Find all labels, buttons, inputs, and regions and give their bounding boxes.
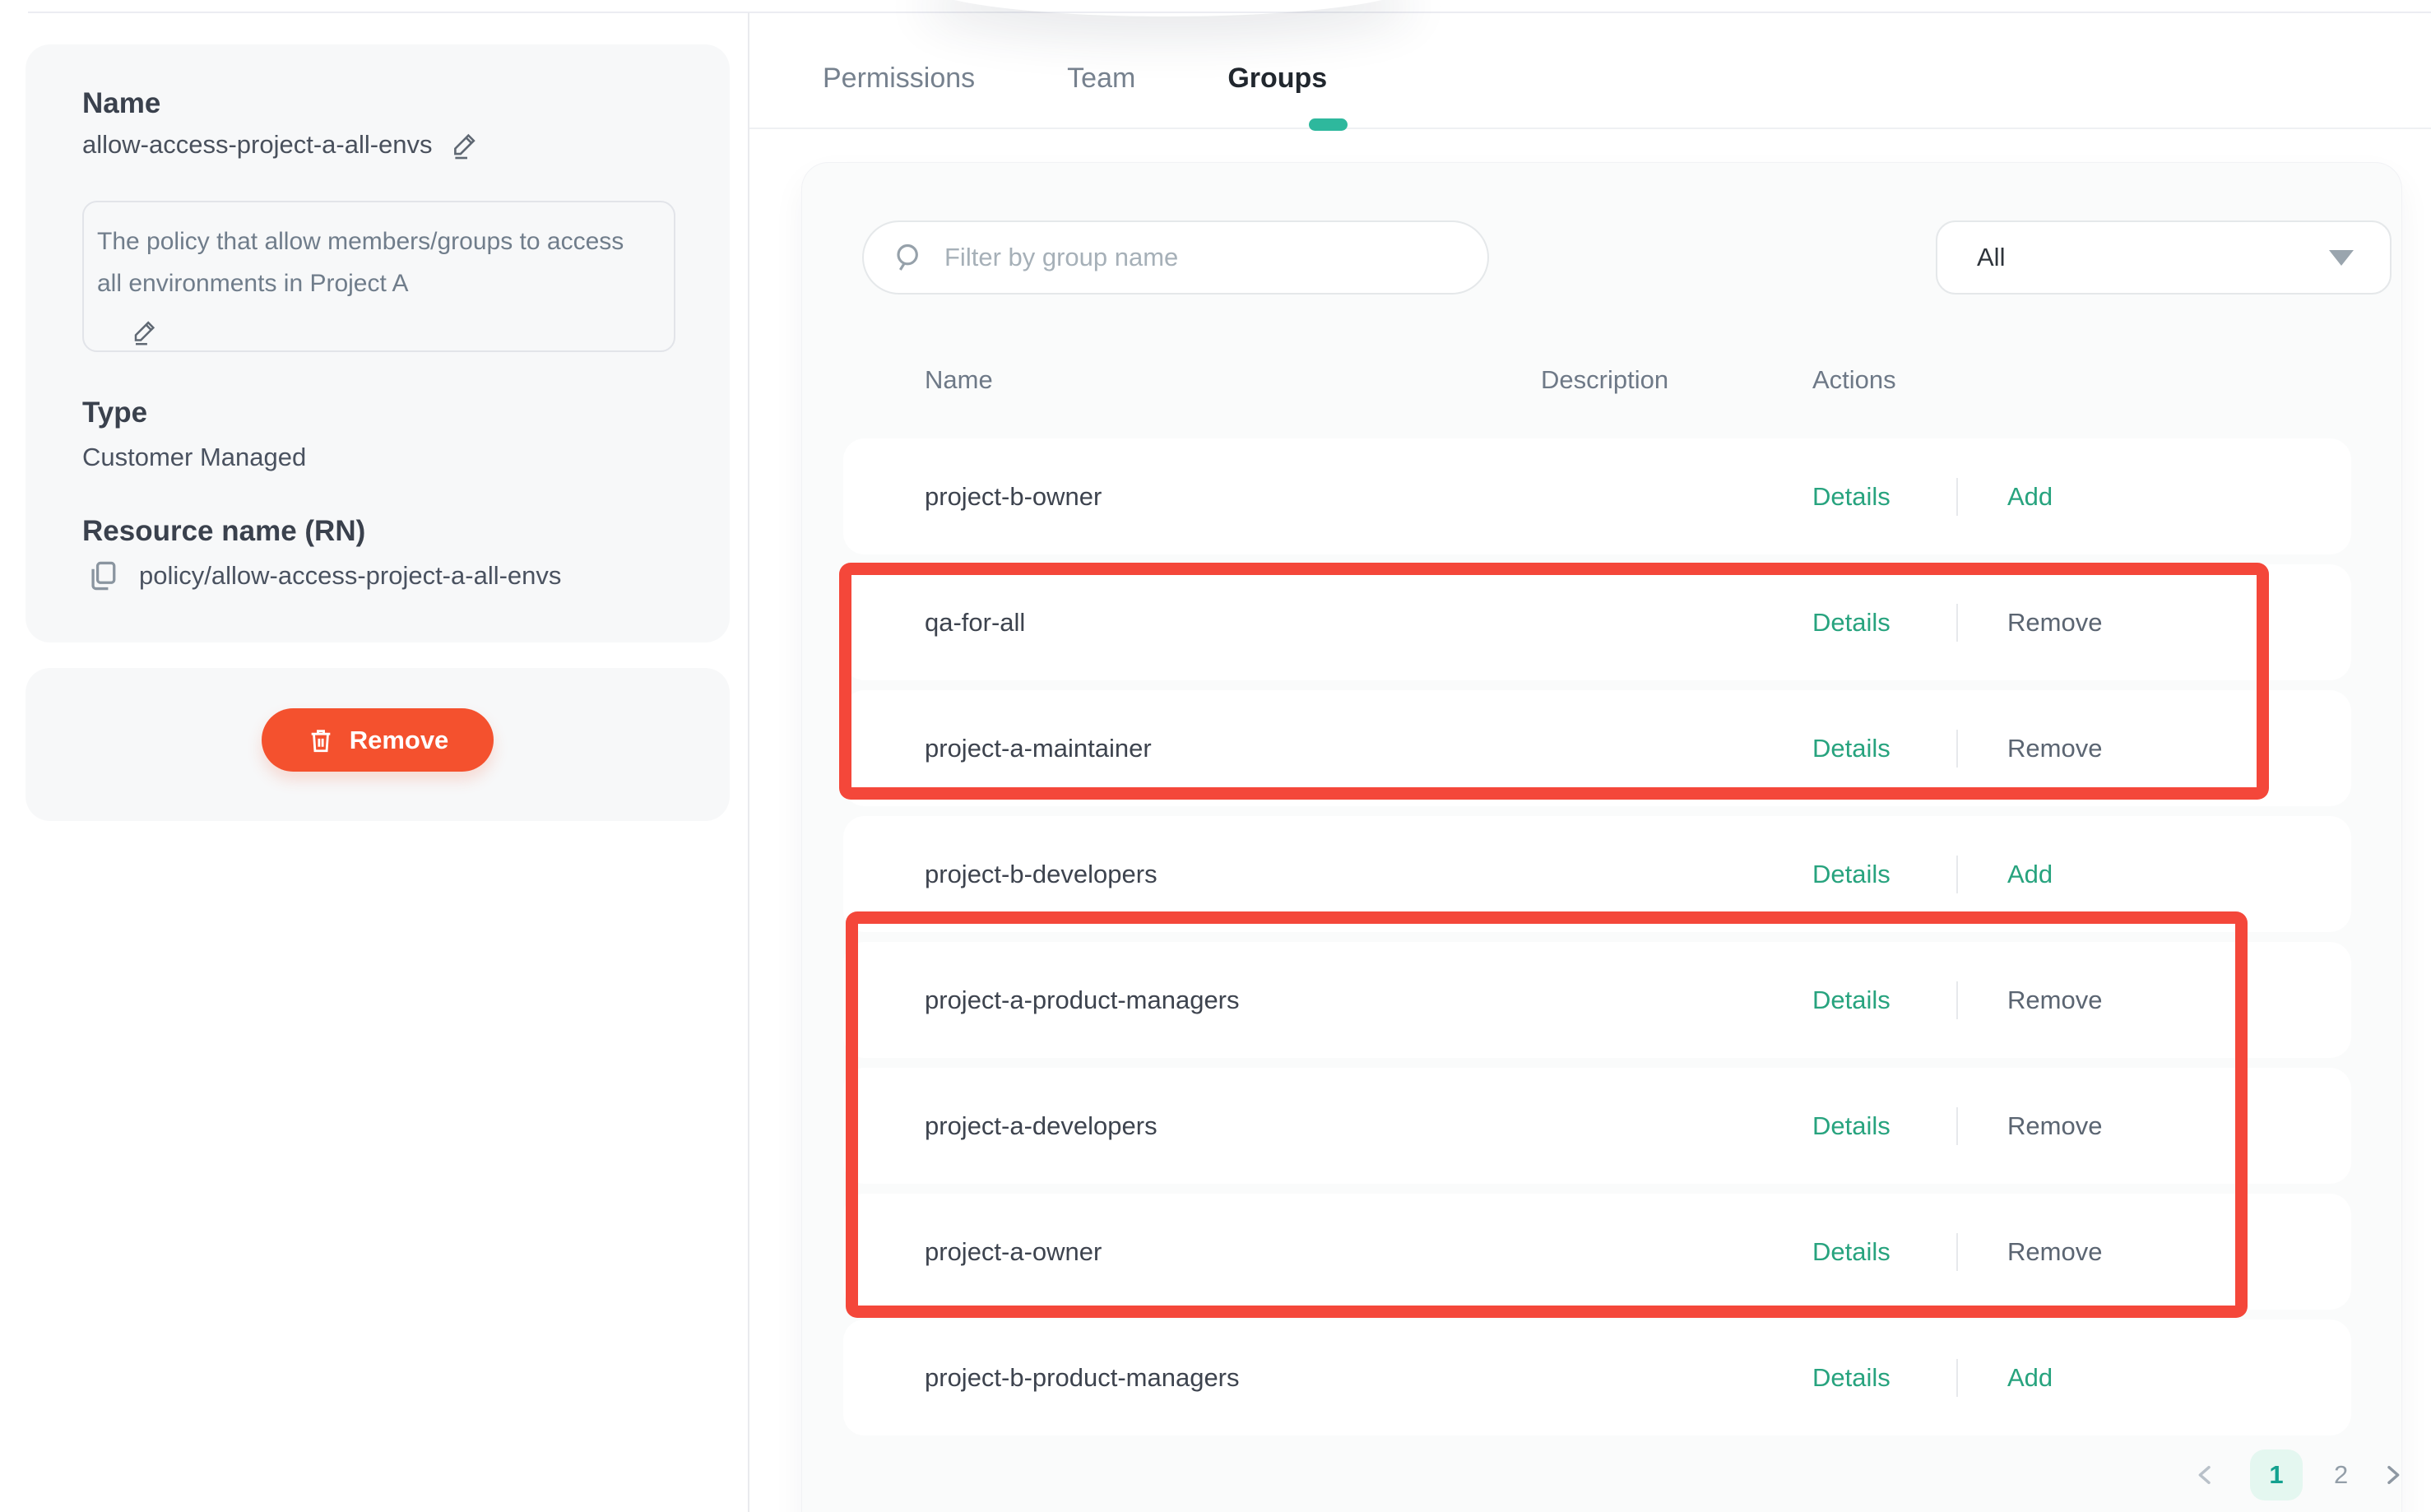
edit-pencil-icon[interactable] xyxy=(449,128,482,161)
action-divider xyxy=(1956,856,1958,893)
group-table-row: qa-for-all Details Remove xyxy=(843,564,2351,680)
row-actions: Details Remove xyxy=(1812,1068,1891,1184)
policy-details-page: Name allow-access-project-a-all-envs The… xyxy=(0,0,2431,1512)
groups-table-body: project-b-owner Details Add qa-for-all D… xyxy=(802,163,2401,1512)
group-name: project-a-owner xyxy=(925,1237,1102,1267)
details-link[interactable]: Details xyxy=(1812,734,1891,763)
details-link[interactable]: Details xyxy=(1812,1111,1891,1141)
page-2-button[interactable]: 2 xyxy=(2334,1460,2348,1490)
trash-icon xyxy=(307,726,335,754)
group-name: project-a-maintainer xyxy=(925,734,1152,763)
panel-divider xyxy=(748,12,749,1512)
row-actions: Details Remove xyxy=(1812,690,1891,806)
remove-link[interactable]: Remove xyxy=(2007,1237,2102,1267)
group-name: project-b-product-managers xyxy=(925,1363,1240,1393)
remove-policy-button-label: Remove xyxy=(350,726,449,755)
row-actions: Details Add xyxy=(1812,816,1891,932)
copy-icon[interactable] xyxy=(85,558,121,594)
row-actions: Details Add xyxy=(1812,438,1891,554)
row-actions: Details Remove xyxy=(1812,1194,1891,1310)
policy-name-value: allow-access-project-a-all-envs xyxy=(82,130,433,160)
action-divider xyxy=(1956,1359,1958,1397)
remove-policy-button[interactable]: Remove xyxy=(262,708,494,772)
action-divider xyxy=(1956,478,1958,516)
group-table-row: project-b-developers Details Add xyxy=(843,816,2351,932)
details-link[interactable]: Details xyxy=(1812,1363,1891,1393)
detail-tabs: Permissions Team Groups xyxy=(823,63,1327,95)
add-link[interactable]: Add xyxy=(2007,860,2053,889)
groups-panel-card: All Name Description Actions project-b-o… xyxy=(802,163,2401,1512)
group-table-row: project-b-product-managers Details Add xyxy=(843,1320,2351,1435)
remove-link[interactable]: Remove xyxy=(2007,734,2102,763)
remove-link[interactable]: Remove xyxy=(2007,986,2102,1015)
action-divider xyxy=(1956,1233,1958,1271)
details-link[interactable]: Details xyxy=(1812,608,1891,638)
tab-team[interactable]: Team xyxy=(1067,63,1135,95)
row-actions: Details Remove xyxy=(1812,942,1891,1058)
group-table-row: project-a-product-managers Details Remov… xyxy=(843,942,2351,1058)
remove-link[interactable]: Remove xyxy=(2007,608,2102,638)
group-name: project-b-developers xyxy=(925,860,1158,889)
details-link[interactable]: Details xyxy=(1812,482,1891,512)
group-table-row: project-b-owner Details Add xyxy=(843,438,2351,554)
chevron-left-icon[interactable] xyxy=(2192,1462,2219,1488)
name-label: Name xyxy=(82,87,160,120)
edit-pencil-icon[interactable] xyxy=(130,316,161,347)
action-divider xyxy=(1956,1107,1958,1145)
action-divider xyxy=(1956,604,1958,642)
remove-policy-card: Remove xyxy=(26,668,730,821)
group-name: project-a-product-managers xyxy=(925,986,1240,1015)
tab-permissions[interactable]: Permissions xyxy=(823,63,975,95)
type-value: Customer Managed xyxy=(82,443,306,472)
page-1-button[interactable]: 1 xyxy=(2250,1449,2303,1500)
policy-meta-card: Name allow-access-project-a-all-envs The… xyxy=(26,44,730,642)
policy-description-text: The policy that allow members/groups to … xyxy=(97,220,652,304)
rn-value: policy/allow-access-project-a-all-envs xyxy=(139,561,561,591)
rn-label: Resource name (RN) xyxy=(82,515,365,548)
group-name: project-a-developers xyxy=(925,1111,1158,1141)
action-divider xyxy=(1956,730,1958,768)
resource-name-row: policy/allow-access-project-a-all-envs xyxy=(85,558,561,594)
tab-groups[interactable]: Groups xyxy=(1227,63,1327,95)
cutoff-element-shadow xyxy=(921,0,1415,16)
policy-name-row: allow-access-project-a-all-envs xyxy=(82,128,482,161)
tabs-bottom-border xyxy=(749,128,2431,129)
active-tab-indicator xyxy=(1309,118,1348,131)
pagination: 12 xyxy=(2192,1449,2405,1500)
chevron-right-icon[interactable] xyxy=(2379,1462,2405,1488)
remove-link[interactable]: Remove xyxy=(2007,1111,2102,1141)
details-link[interactable]: Details xyxy=(1812,986,1891,1015)
group-table-row: project-a-owner Details Remove xyxy=(843,1194,2351,1310)
policy-description-box: The policy that allow members/groups to … xyxy=(82,201,675,352)
add-link[interactable]: Add xyxy=(2007,482,2053,512)
group-name: project-b-owner xyxy=(925,482,1102,512)
action-divider xyxy=(1956,981,1958,1019)
group-name: qa-for-all xyxy=(925,608,1025,638)
group-table-row: project-a-maintainer Details Remove xyxy=(843,690,2351,806)
row-actions: Details Remove xyxy=(1812,564,1891,680)
row-actions: Details Add xyxy=(1812,1320,1891,1435)
details-link[interactable]: Details xyxy=(1812,1237,1891,1267)
type-label: Type xyxy=(82,397,147,429)
add-link[interactable]: Add xyxy=(2007,1363,2053,1393)
details-link[interactable]: Details xyxy=(1812,860,1891,889)
group-table-row: project-a-developers Details Remove xyxy=(843,1068,2351,1184)
